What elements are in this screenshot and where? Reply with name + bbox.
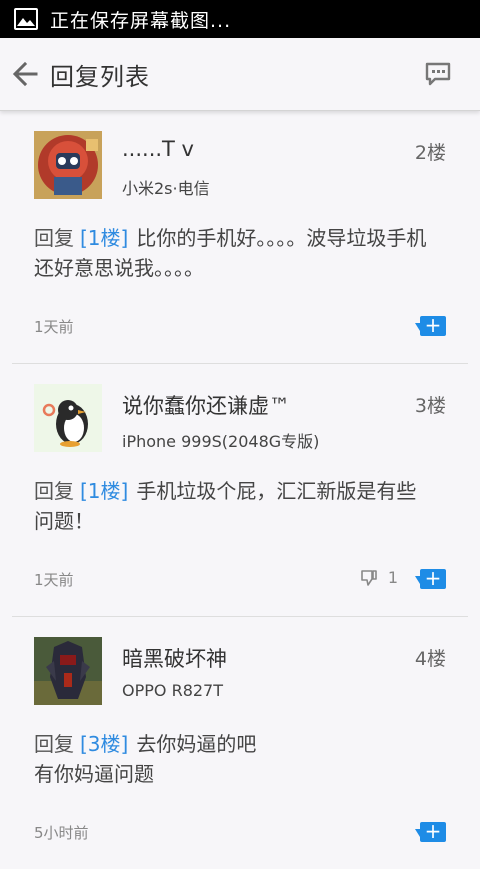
reply-item[interactable]: 暗黑破坏神 4楼 OPPO R827T 回复 [3楼] 去你妈逼的吧有你妈逼问题 5… (12, 617, 468, 869)
device-name: OPPO R827T (122, 681, 223, 700)
reply-ref-link[interactable]: [1楼] (80, 226, 128, 250)
thumbs-down-icon (361, 569, 377, 586)
app-bar: 回复列表 (0, 38, 480, 111)
reply-content: 回复 [3楼] 去你妈逼的吧有你妈逼问题 (34, 729, 434, 789)
add-reply-button[interactable]: + (415, 821, 446, 842)
comment-button[interactable] (424, 60, 452, 88)
comment-icon (425, 62, 451, 86)
username[interactable]: 说你蠢你还谦虚™ (122, 390, 290, 420)
reply-text: 去你妈逼的吧 (136, 732, 257, 756)
status-bar: 正在保存屏幕截图... (0, 0, 480, 38)
username[interactable]: 暗黑破坏神 (122, 643, 227, 673)
reply-ref-link[interactable]: [1楼] (80, 479, 128, 503)
floor-number: 3楼 (414, 395, 446, 417)
reply-content: 回复 [1楼] 比你的手机好。。。。波导垃圾手机还好意思说我。。。。 (34, 223, 434, 283)
reply-content: 回复 [1楼] 手机垃圾个屁，汇汇新版是有些问题！ (34, 476, 434, 536)
arrow-left-icon (12, 61, 38, 87)
device-name: iPhone 999S(2048G专版) (122, 432, 320, 451)
reply-word: 回复 (34, 479, 74, 503)
floor-number: 4楼 (414, 648, 446, 670)
timestamp: 1天前 (34, 318, 74, 336)
page-title: 回复列表 (50, 62, 150, 91)
add-reply-button[interactable]: + (415, 568, 446, 589)
reply-text-line2: 有你妈逼问题 (34, 762, 154, 786)
avatar[interactable] (34, 637, 102, 705)
dislike-button[interactable]: 1 (360, 568, 398, 587)
reply-word: 回复 (34, 226, 74, 250)
timestamp: 1天前 (34, 571, 74, 589)
dislike-count: 1 (387, 568, 398, 587)
reply-list: ......T v 2楼 小米2s·电信 回复 [1楼] 比你的手机好。。。。波导垃… (0, 111, 480, 869)
username[interactable]: ......T v (122, 137, 194, 161)
avatar[interactable] (34, 384, 102, 452)
reply-word: 回复 (34, 732, 74, 756)
reply-item[interactable]: 说你蠢你还谦虚™ 3楼 iPhone 999S(2048G专版) 回复 [1楼] 手… (12, 364, 468, 617)
back-button[interactable] (10, 59, 40, 89)
reply-ref-link[interactable]: [3楼] (80, 732, 128, 756)
avatar[interactable] (34, 131, 102, 199)
device-name: 小米2s·电信 (122, 179, 210, 198)
image-icon (14, 8, 38, 30)
reply-item[interactable]: ......T v 2楼 小米2s·电信 回复 [1楼] 比你的手机好。。。。波导垃… (12, 111, 468, 364)
status-text: 正在保存屏幕截图... (50, 9, 232, 32)
floor-number: 2楼 (414, 142, 446, 164)
add-reply-button[interactable]: + (415, 315, 446, 336)
timestamp: 5小时前 (34, 824, 89, 842)
